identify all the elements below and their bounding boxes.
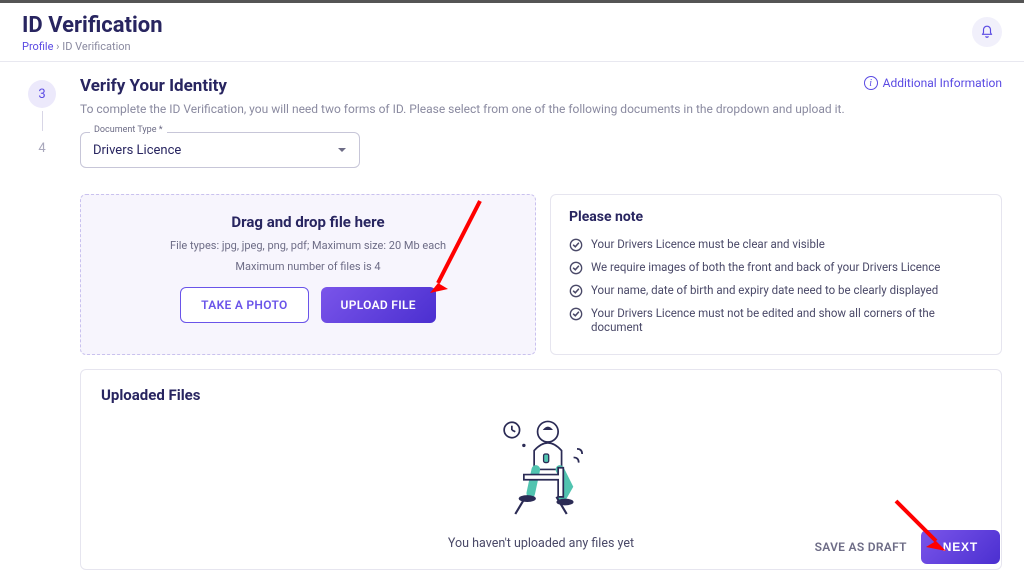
- empty-state-illustration: [481, 406, 601, 526]
- bell-icon: [980, 25, 994, 39]
- section-subtitle: To complete the ID Verification, you wil…: [80, 102, 845, 116]
- upload-file-button[interactable]: UPLOAD FILE: [321, 287, 436, 323]
- info-icon: i: [864, 76, 878, 90]
- check-circle-icon: [569, 284, 583, 298]
- section-title: Verify Your Identity: [80, 76, 845, 96]
- note-item: Your Drivers Licence must not be edited …: [569, 302, 983, 338]
- check-circle-icon: [569, 238, 583, 252]
- next-button[interactable]: NEXT: [921, 530, 1000, 564]
- save-as-draft-button[interactable]: SAVE AS DRAFT: [815, 540, 907, 554]
- please-note-card: Please note Your Drivers Licence must be…: [550, 194, 1002, 355]
- take-photo-button[interactable]: TAKE A PHOTO: [180, 287, 308, 323]
- dropzone-filetypes: File types: jpg, jpeg, png, pdf; Maximum…: [101, 239, 515, 252]
- breadcrumb: Profile › ID Verification: [22, 40, 163, 53]
- additional-info-label: Additional Information: [883, 76, 1002, 90]
- stepper: 3 4: [22, 76, 62, 570]
- note-item: We require images of both the front and …: [569, 256, 983, 279]
- doc-type-label: Document Type *: [90, 125, 167, 135]
- step-connector: [42, 111, 43, 131]
- doc-type-value: Drivers Licence: [93, 143, 181, 158]
- step-3[interactable]: 3: [28, 80, 56, 108]
- note-list: Your Drivers Licence must be clear and v…: [569, 233, 983, 338]
- notifications-button[interactable]: [972, 17, 1002, 47]
- breadcrumb-current: ID Verification: [62, 40, 130, 53]
- empty-state-text: You haven't uploaded any files yet: [448, 536, 634, 551]
- note-item: Your Drivers Licence must be clear and v…: [569, 233, 983, 256]
- doc-type-select[interactable]: Drivers Licence: [80, 132, 360, 168]
- breadcrumb-profile-link[interactable]: Profile: [22, 40, 53, 53]
- note-item: Your name, date of birth and expiry date…: [569, 279, 983, 302]
- check-circle-icon: [569, 307, 583, 321]
- dropzone-maxfiles: Maximum number of files is 4: [101, 260, 515, 273]
- check-circle-icon: [569, 261, 583, 275]
- note-title: Please note: [569, 209, 983, 225]
- dropzone-title: Drag and drop file here: [101, 213, 515, 231]
- file-dropzone[interactable]: Drag and drop file here File types: jpg,…: [80, 194, 536, 355]
- uploaded-files-title: Uploaded Files: [101, 386, 981, 404]
- page-title: ID Verification: [22, 13, 163, 38]
- additional-info-link[interactable]: i Additional Information: [864, 76, 1002, 90]
- chevron-down-icon: [337, 145, 347, 155]
- step-4[interactable]: 4: [28, 134, 56, 162]
